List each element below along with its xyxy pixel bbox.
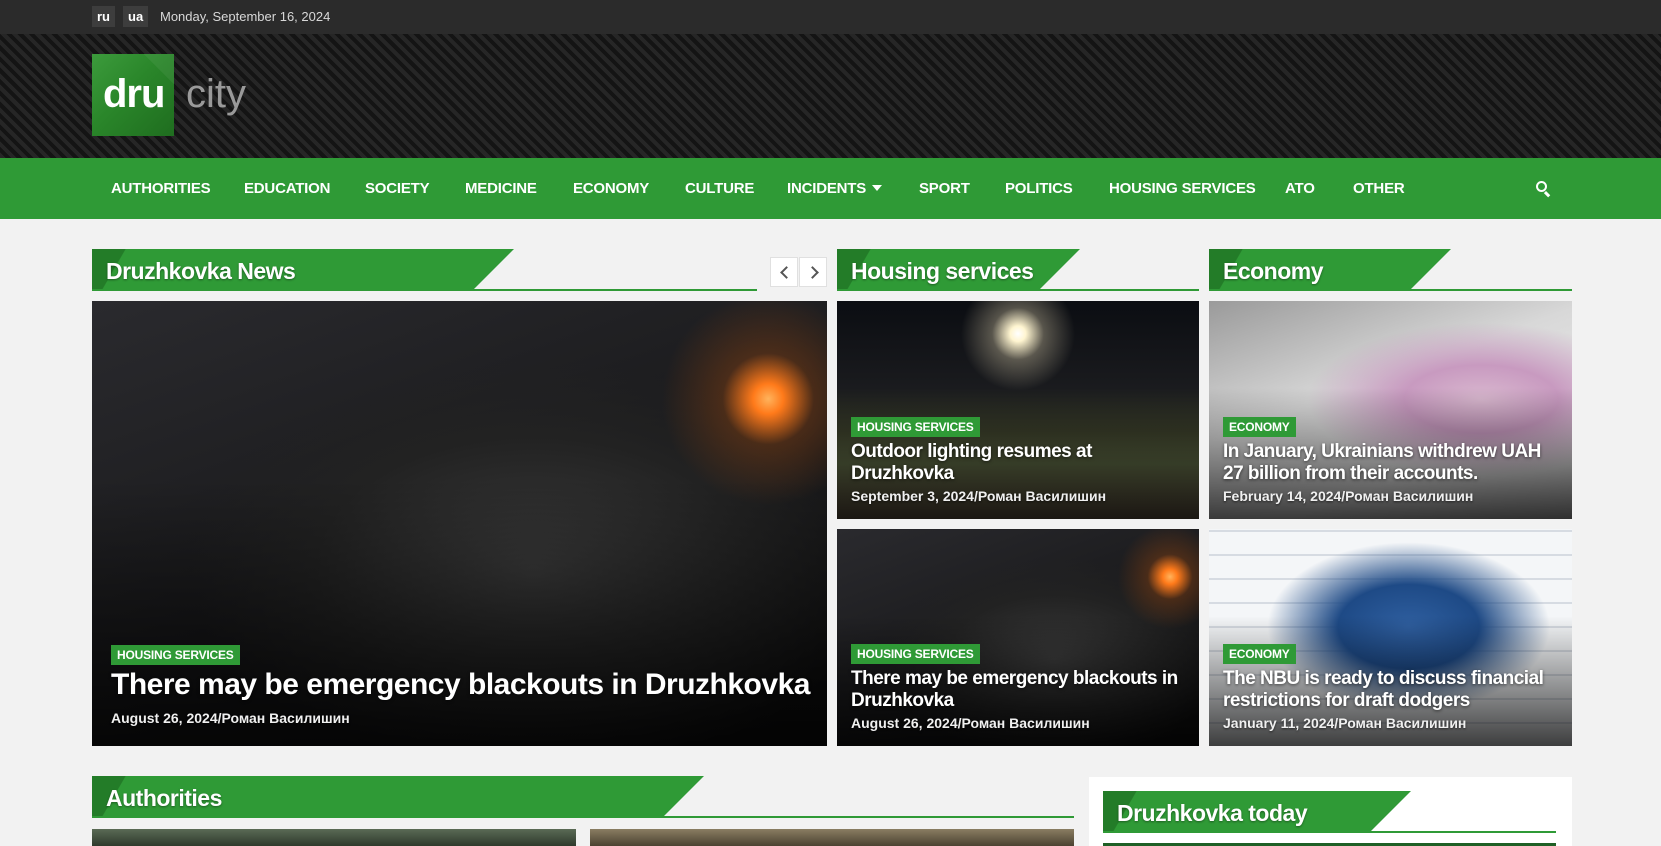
nav-authorities[interactable]: AUTHORITIES [111, 180, 211, 197]
current-date: Monday, September 16, 2024 [160, 9, 331, 24]
nav-society[interactable]: SOCIETY [365, 180, 430, 197]
economy-post-2-meta: January 11, 2024/Роман Василишин [1223, 715, 1467, 731]
economy-post-1[interactable]: ECONOMY In January, Ukrainians withdrew … [1209, 301, 1572, 519]
economy-post-1-category[interactable]: ECONOMY [1223, 417, 1296, 437]
slider-prev-button[interactable] [770, 257, 798, 287]
nav-politics[interactable]: POLITICS [1005, 180, 1073, 197]
section-title-housing: Housing services [851, 258, 1034, 284]
section-title-today: Druzhkovka today [1117, 800, 1308, 826]
section-header-news: Druzhkovka News [92, 249, 757, 291]
nav-incidents-label: INCIDENTS [787, 180, 867, 197]
slider-controls [770, 257, 827, 287]
economy-post-1-meta: February 14, 2024/Роман Василишин [1223, 488, 1474, 504]
housing-post-1-meta: September 3, 2024/Роман Василишин [851, 488, 1107, 504]
nav-medicine[interactable]: MEDICINE [465, 180, 537, 197]
housing-post-1-category[interactable]: HOUSING SERVICES [851, 417, 980, 437]
authorities-post-2-image[interactable] [590, 829, 1074, 846]
slider-next-button[interactable] [799, 257, 827, 287]
featured-post[interactable]: HOUSING SERVICES There may be emergency … [92, 301, 827, 746]
featured-post-category[interactable]: HOUSING SERVICES [111, 645, 240, 665]
section-header-authorities: Authorities [92, 776, 1074, 818]
housing-post-2-category[interactable]: HOUSING SERVICES [851, 644, 980, 664]
logo-text-city[interactable]: city [186, 72, 246, 117]
nav-incidents[interactable]: INCIDENTS [787, 180, 883, 197]
nav-culture[interactable]: CULTURE [685, 180, 754, 197]
lang-ru-button[interactable]: ru [92, 6, 115, 27]
housing-post-1-title[interactable]: Outdoor lighting resumes at Druzhkovka [851, 441, 1181, 485]
section-title-authorities: Authorities [106, 785, 222, 811]
nav-sport[interactable]: SPORT [919, 180, 970, 197]
housing-post-2-meta: August 26, 2024/Роман Василишин [851, 715, 1090, 731]
nav-housing-services[interactable]: HOUSING SERVICES [1109, 180, 1256, 197]
featured-post-title[interactable]: There may be emergency blackouts in Druz… [111, 668, 810, 702]
section-title-economy: Economy [1223, 258, 1324, 284]
search-icon[interactable] [1535, 180, 1553, 198]
economy-post-1-title[interactable]: In January, Ukrainians withdrew UAH 27 b… [1223, 441, 1563, 485]
nav-economy[interactable]: ECONOMY [573, 180, 649, 197]
logo-text-dru: dru [103, 72, 165, 116]
economy-post-2-category[interactable]: ECONOMY [1223, 644, 1296, 664]
chevron-down-icon [872, 185, 883, 191]
nav-other[interactable]: OTHER [1353, 180, 1405, 197]
sidebar-widget-today: Druzhkovka today [1089, 777, 1572, 846]
top-bar: ru ua Monday, September 16, 2024 [0, 0, 1661, 34]
authorities-post-1-image[interactable] [92, 829, 576, 846]
housing-post-2-title[interactable]: There may be emergency blackouts in Druz… [851, 668, 1191, 712]
lang-ua-button[interactable]: ua [123, 6, 149, 27]
site-logo[interactable]: dru [92, 54, 174, 136]
section-header-economy: Economy [1209, 249, 1572, 291]
housing-post-1[interactable]: HOUSING SERVICES Outdoor lighting resume… [837, 301, 1199, 519]
nav-education[interactable]: EDUCATION [244, 180, 330, 197]
site-header: dru city [0, 34, 1661, 158]
economy-post-2[interactable]: ECONOMY The NBU is ready to discuss fina… [1209, 529, 1572, 746]
housing-post-2[interactable]: HOUSING SERVICES There may be emergency … [837, 529, 1199, 746]
economy-post-2-title[interactable]: The NBU is ready to discuss financial re… [1223, 668, 1563, 712]
featured-post-meta: August 26, 2024/Роман Василишин [111, 710, 350, 726]
nav-ato[interactable]: ATO [1285, 180, 1315, 197]
section-header-today: Druzhkovka today [1103, 791, 1556, 833]
main-nav: AUTHORITIES EDUCATION SOCIETY MEDICINE E… [0, 158, 1661, 219]
section-title-news: Druzhkovka News [106, 258, 296, 284]
section-header-housing: Housing services [837, 249, 1199, 291]
